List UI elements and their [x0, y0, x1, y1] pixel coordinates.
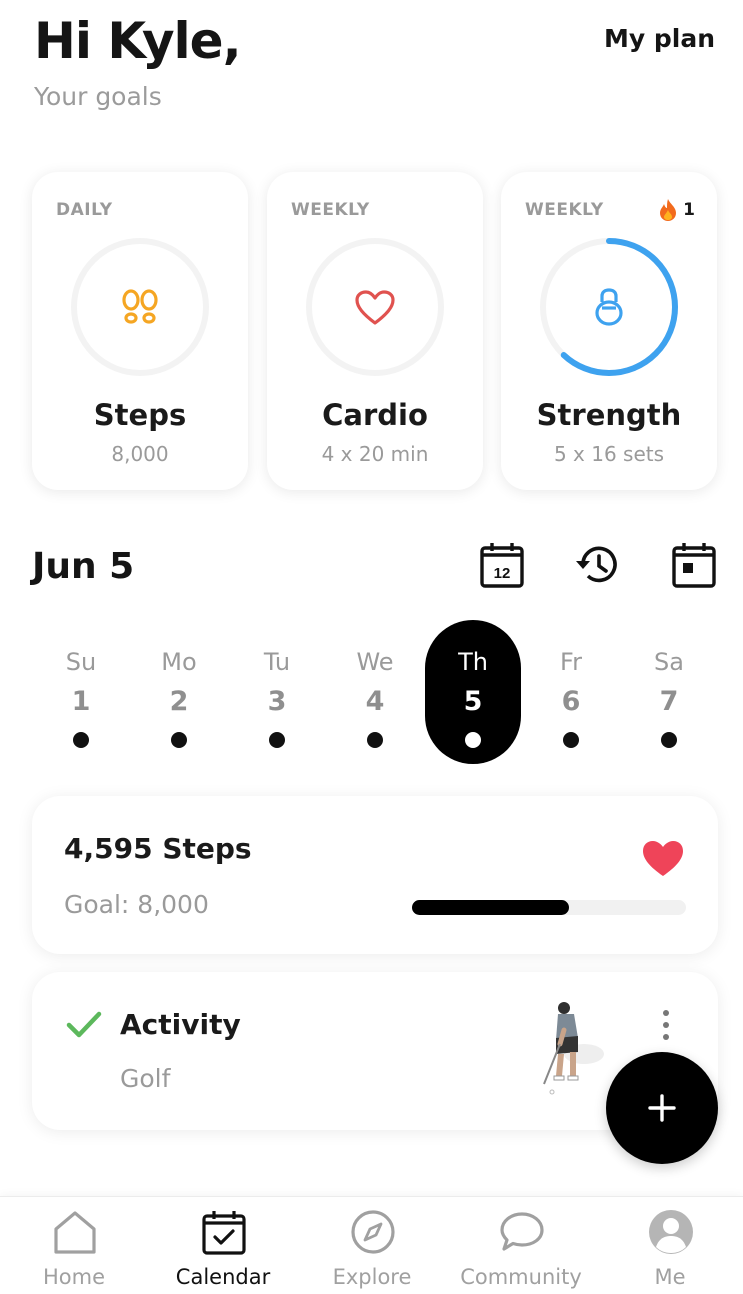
day-activity-dot — [563, 732, 579, 748]
tab-label: Community — [460, 1265, 582, 1289]
tab-label: Explore — [332, 1265, 412, 1289]
goal-card-cardio[interactable]: WEEKLY Cardio 4 x 20 min — [267, 172, 483, 490]
tab-community[interactable]: Community — [447, 1197, 595, 1294]
tab-label: Me — [654, 1265, 686, 1289]
heart-icon — [355, 290, 395, 325]
day-name: Su — [65, 648, 97, 676]
day-number: 2 — [169, 686, 189, 717]
goal-name: Steps — [93, 398, 187, 432]
day-activity-dot — [367, 732, 383, 748]
day-monday[interactable]: Mo 2 — [131, 620, 227, 764]
day-friday[interactable]: Fr 6 — [523, 620, 619, 764]
goal-name: Strength — [536, 398, 682, 432]
check-icon — [66, 1011, 102, 1038]
history-icon[interactable] — [573, 540, 623, 590]
steps-count: 4,595 Steps — [64, 832, 252, 865]
day-tuesday[interactable]: Tu 3 — [229, 620, 325, 764]
day-name: Sa — [654, 648, 684, 676]
tab-explore[interactable]: Explore — [298, 1197, 446, 1294]
day-number: 5 — [463, 686, 483, 717]
day-name: Tu — [263, 648, 291, 676]
streak-badge: 1 — [657, 198, 695, 222]
add-button[interactable] — [606, 1052, 718, 1164]
day-number: 1 — [71, 686, 91, 717]
goal-period: WEEKLY — [291, 200, 370, 220]
activity-type: Golf — [120, 1064, 171, 1093]
steps-summary-card[interactable]: 4,595 Steps Goal: 8,000 — [32, 796, 718, 954]
day-name: Fr — [560, 648, 582, 676]
day-sunday[interactable]: Su 1 — [33, 620, 129, 764]
day-thursday-selected[interactable]: Th 5 — [425, 620, 521, 764]
activity-title: Activity — [120, 1008, 241, 1041]
steps-goal: Goal: 8,000 — [64, 890, 209, 919]
chat-bubble-icon — [500, 1212, 544, 1251]
day-name: Th — [458, 648, 488, 676]
bottom-tab-bar: Home Calendar Explore Community Me — [0, 1196, 743, 1294]
footprints-icon — [122, 289, 158, 324]
day-saturday[interactable]: Sa 7 — [621, 620, 717, 764]
day-activity-dot — [465, 732, 481, 748]
goal-target: 5 x 16 sets — [553, 442, 665, 466]
day-wednesday[interactable]: We 4 — [327, 620, 423, 764]
day-number: 3 — [267, 686, 287, 717]
streak-count: 1 — [683, 200, 695, 220]
goal-card-strength[interactable]: WEEKLY 1 Strength 5 x 16 sets — [501, 172, 717, 490]
tab-label: Home — [42, 1265, 105, 1289]
fire-icon — [660, 199, 677, 221]
goal-target: 4 x 20 min — [321, 442, 429, 466]
heart-filled-icon[interactable] — [642, 840, 684, 878]
goal-card-steps[interactable]: DAILY Steps 8,000 — [32, 172, 248, 490]
day-number: 7 — [659, 686, 679, 717]
calendar-date-number: 12 — [494, 565, 511, 582]
goals-subtitle: Your goals — [34, 82, 162, 111]
steps-progress-fill — [412, 900, 570, 915]
compass-icon — [351, 1210, 395, 1254]
calendar-today-icon[interactable] — [669, 540, 719, 590]
tab-calendar[interactable]: Calendar — [149, 1197, 297, 1294]
day-activity-dot — [171, 732, 187, 748]
tab-label: Calendar — [175, 1265, 271, 1289]
goal-target: 8,000 — [111, 442, 169, 466]
selected-date-label: Jun 5 — [32, 546, 135, 587]
goal-period: WEEKLY — [525, 200, 604, 220]
profile-icon — [649, 1210, 693, 1254]
calendar-date-icon[interactable]: 12 — [477, 540, 527, 590]
my-plan-link[interactable]: My plan — [604, 24, 715, 53]
kettlebell-icon — [595, 288, 623, 326]
day-number: 4 — [365, 686, 385, 717]
more-options-icon[interactable] — [656, 1008, 676, 1042]
golfer-image — [543, 1002, 604, 1095]
day-activity-dot — [73, 732, 89, 748]
plus-icon — [648, 1094, 676, 1122]
steps-progress-bar — [412, 900, 686, 915]
calendar-icon — [202, 1211, 246, 1255]
day-activity-dot — [661, 732, 677, 748]
day-number: 6 — [561, 686, 581, 717]
greeting-title: Hi Kyle, — [34, 12, 242, 70]
home-icon — [54, 1211, 96, 1254]
goal-period: DAILY — [56, 200, 113, 220]
goal-name: Cardio — [322, 398, 428, 432]
day-name: Mo — [161, 648, 197, 676]
tab-me[interactable]: Me — [596, 1197, 743, 1294]
tab-home[interactable]: Home — [0, 1197, 148, 1294]
day-activity-dot — [269, 732, 285, 748]
day-name: We — [356, 648, 394, 676]
